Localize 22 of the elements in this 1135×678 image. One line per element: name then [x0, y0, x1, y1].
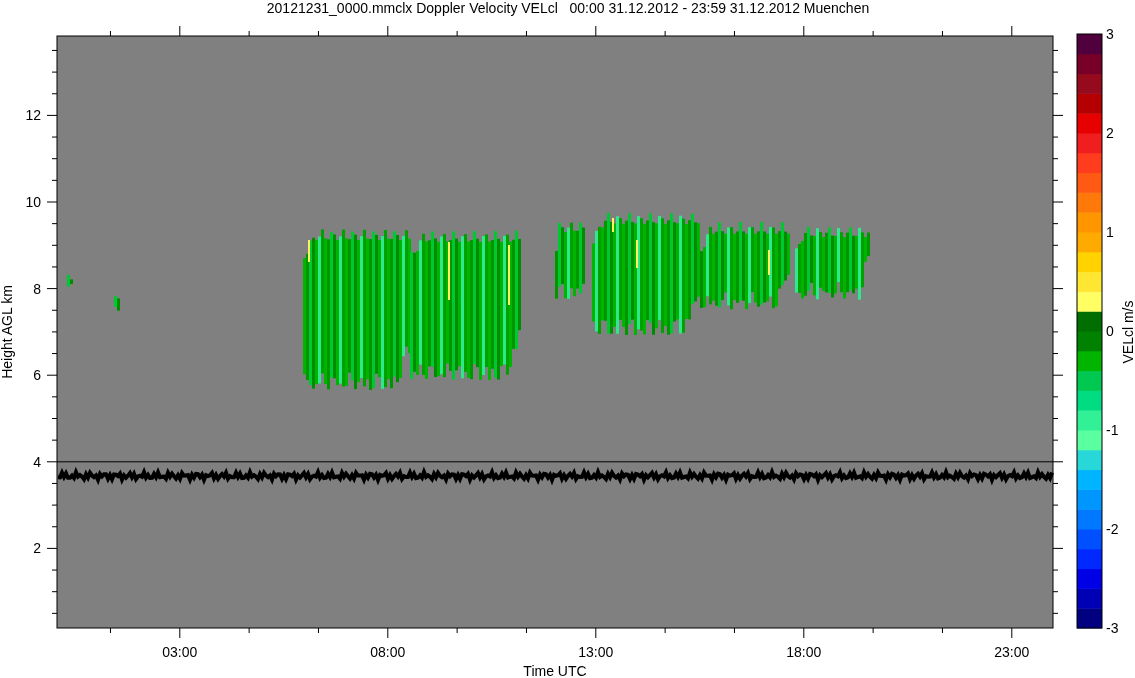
- axis-tick-label: 4: [33, 453, 41, 470]
- axis-tick-label: 6: [33, 367, 41, 384]
- colorbar-tick-label: 0: [1106, 323, 1114, 339]
- axis-tick-label: 23:00: [994, 644, 1030, 660]
- axis-tick-label: 12: [25, 107, 41, 124]
- axis-tick-label: 2: [33, 540, 41, 557]
- axis-tick-label: 10: [25, 194, 41, 210]
- axis-tick-label: 03:00: [162, 644, 198, 660]
- chart-title: 20121231_0000.mmclx Doppler Velocity VELcl 00:00 31.12.2012 - 23:59 31.12.2012 Muenchen: [266, 0, 870, 16]
- axis-label: Time UTC: [523, 663, 587, 678]
- axis-tick-label: 08:00: [370, 644, 406, 660]
- colorbar-tick-label: 1: [1106, 224, 1114, 240]
- colorbar-tick-label: -1: [1106, 422, 1119, 438]
- axis-tick-label: 18:00: [786, 644, 822, 660]
- colorbar-label: VELcl m/s: [1120, 300, 1135, 364]
- colorbar-tick-label: -2: [1106, 521, 1119, 537]
- axis-tick-label: 8: [33, 280, 41, 297]
- axis-label: Height AGL km: [0, 285, 15, 379]
- axis-tick-label: 13:00: [578, 644, 614, 660]
- colorbar-tick-label: 2: [1106, 125, 1114, 141]
- colorbar-tick-label: -3: [1106, 620, 1119, 636]
- colorbar-tick-label: 3: [1106, 26, 1114, 42]
